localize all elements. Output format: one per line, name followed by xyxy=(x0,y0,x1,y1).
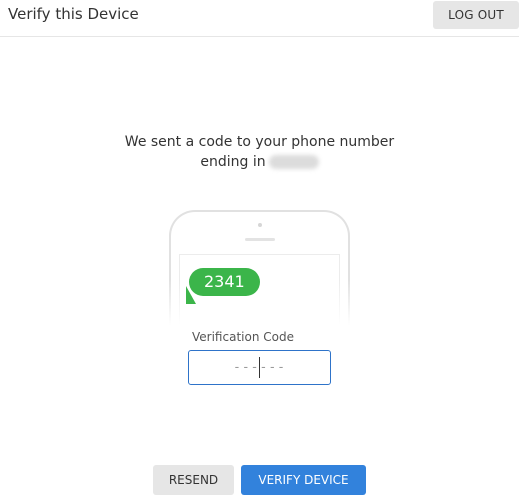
sms-code-bubble: 2341 xyxy=(189,268,260,296)
resend-button[interactable]: RESEND xyxy=(153,465,234,495)
code-sent-message: We sent a code to your phone number endi… xyxy=(0,132,519,172)
phone-camera-icon xyxy=(258,223,262,227)
message-line-1: We sent a code to your phone number xyxy=(124,134,395,150)
text-cursor xyxy=(259,357,260,378)
verify-device-button[interactable]: VERIFY DEVICE xyxy=(241,465,366,495)
redacted-phone-digits xyxy=(268,155,319,169)
page-title: Verify this Device xyxy=(8,5,139,23)
log-out-button[interactable]: LOG OUT xyxy=(433,1,519,29)
verify-device-page: Verify this Device LOG OUT We sent a cod… xyxy=(0,0,519,500)
message-line-2: ending in xyxy=(200,152,319,172)
phone-speaker-icon xyxy=(245,238,275,241)
verification-code-label: Verification Code xyxy=(192,330,294,344)
message-line-2-text: ending in xyxy=(200,154,266,170)
top-bar: Verify this Device LOG OUT xyxy=(0,0,519,37)
